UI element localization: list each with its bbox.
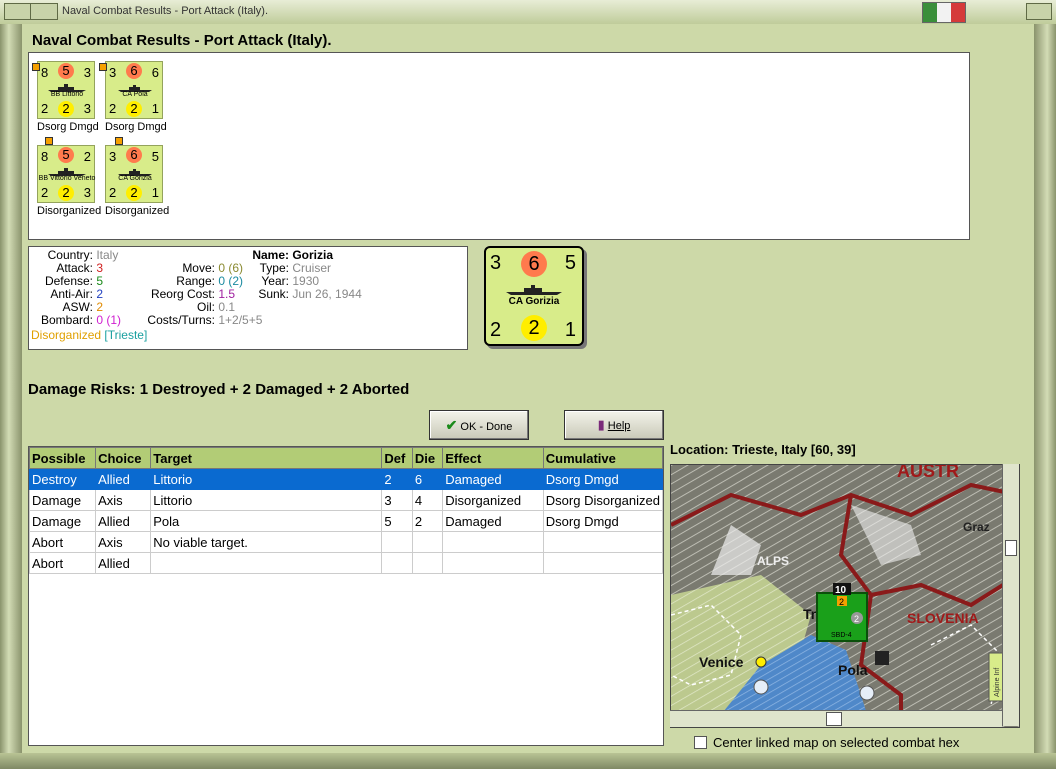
center-map-checkbox[interactable]: Center linked map on selected combat hex	[694, 735, 959, 750]
unit-info-panel: Country: Italy Attack: 3 Defense: 5 Anti…	[28, 246, 468, 350]
table-row[interactable]: Abort Axis No viable target.	[28, 531, 664, 553]
column-header[interactable]: Choice	[95, 447, 152, 469]
unit-counter[interactable]: 8 5 3 BB Littorio 2 2 3	[37, 61, 95, 119]
table-row[interactable]: Abort Allied	[28, 552, 664, 574]
page-title: Naval Combat Results - Port Attack (Ital…	[32, 32, 332, 49]
linked-map[interactable]: AUSTR Graz ALPS SLOVENIA Venice Pola Tr …	[670, 464, 1020, 728]
table-row[interactable]: Damage Axis Littorio 3 4 Disorganized Dsorg Di…	[28, 489, 664, 511]
book-icon: ▮	[597, 417, 605, 432]
cruiser-icon	[506, 285, 562, 295]
unit-status: Disorganized	[105, 205, 170, 217]
svg-text:SBD-4: SBD-4	[831, 632, 852, 639]
selection-marker-icon	[45, 137, 53, 145]
title-bar: Naval Combat Results - Port Attack (Ital…	[0, 0, 1056, 25]
italy-flag-icon	[922, 2, 966, 23]
unit-littorio[interactable]: 8 5 3 BB Littorio 2 2 3 Dsorg Dmgd	[37, 61, 99, 133]
map-label-graz: Graz	[963, 520, 990, 534]
table-row[interactable]: Damage Allied Pola 5 2 Damaged Dsorg Dmgd	[28, 510, 664, 532]
fortification-icon	[875, 651, 889, 665]
map-horizontal-scrollbar[interactable]	[670, 710, 1002, 727]
frame-bottom	[0, 753, 1056, 769]
unit-counter[interactable]: 8 5 2 BB Vittorio Veneto 2 2 3	[37, 145, 95, 203]
selection-marker-icon	[99, 63, 107, 71]
results-table: Possible Choice Target Def Die Effect Cu…	[28, 446, 664, 746]
column-header[interactable]: Possible	[28, 447, 97, 469]
map-vertical-scrollbar[interactable]	[1002, 464, 1019, 726]
combat-results-table: Possible Choice Target Def Die Effect Cu…	[28, 447, 664, 574]
column-header[interactable]: Def	[381, 447, 413, 469]
damage-risks: Damage Risks: 1 Destroyed + 2 Damaged + …	[28, 381, 410, 398]
frame-left	[0, 24, 22, 769]
checkmark-icon: ✔	[445, 417, 458, 433]
column-header[interactable]: Effect	[442, 447, 544, 469]
ok-done-button[interactable]: ✔ OK - Done	[429, 410, 529, 440]
scroll-thumb[interactable]	[1005, 540, 1017, 556]
unit-pola[interactable]: 3 6 6 CA Pola 2 2 1 Dsorg Dmgd	[105, 61, 167, 133]
unit-vittorio-veneto[interactable]: 8 5 2 BB Vittorio Veneto 2 2 3 Disorgani…	[37, 145, 102, 217]
column-header[interactable]: Target	[150, 447, 383, 469]
svg-text:Alpine Inf: Alpine Inf	[994, 668, 1001, 697]
unit-counter[interactable]: 3 6 6 CA Pola 2 2 1	[105, 61, 163, 119]
map-label-austria: AUSTR	[897, 465, 959, 481]
map-label-alps: ALPS	[757, 554, 789, 568]
system-menu-button[interactable]	[4, 3, 32, 20]
port-anchor-icon	[753, 679, 769, 695]
unit-counter[interactable]: 3 6 5 CA Gorizia 2 2 1	[105, 145, 163, 203]
map-terrain: AUSTR Graz ALPS SLOVENIA Venice Pola Tr …	[671, 465, 1019, 727]
checkbox-icon[interactable]	[694, 736, 707, 749]
unit-status: Dsorg Dmgd	[37, 121, 99, 133]
city-marker-icon	[755, 656, 767, 668]
map-label-venice: Venice	[699, 654, 744, 670]
dialog-content: Naval Combat Results - Port Attack (Ital…	[22, 24, 1034, 753]
column-header[interactable]: Die	[411, 447, 444, 469]
column-header[interactable]: Cumulative	[542, 447, 664, 469]
location-label: Location: Trieste, Italy [60, 39]	[670, 442, 856, 457]
table-row[interactable]: Destroy Allied Littorio 2 6 Damaged Dsorg Dmgd	[28, 468, 664, 490]
scroll-thumb[interactable]	[826, 712, 842, 726]
window-title: Naval Combat Results - Port Attack (Ital…	[62, 5, 269, 17]
frame-right	[1034, 24, 1056, 769]
selection-marker-icon	[115, 137, 123, 145]
minimize-button[interactable]	[30, 3, 58, 20]
svg-text:2: 2	[854, 614, 859, 624]
map-label-slovenia: SLOVENIA	[907, 610, 979, 626]
svg-text:10: 10	[835, 585, 847, 596]
unit-status: Disorganized	[37, 205, 102, 217]
close-button[interactable]	[1026, 3, 1052, 20]
selected-unit-counter: 3 6 5 CA Gorizia 2 2 1	[484, 246, 584, 346]
unit-status: Dsorg Dmgd	[105, 121, 167, 133]
map-label-pola: Pola	[838, 662, 868, 678]
map-label-trieste: Tr	[803, 606, 817, 622]
port-anchor-icon	[859, 685, 875, 701]
units-panel: 8 5 3 BB Littorio 2 2 3 Dsorg Dmgd 3 6 6…	[28, 52, 970, 240]
svg-text:2: 2	[839, 597, 844, 607]
unit-gorizia[interactable]: 3 6 5 CA Gorizia 2 2 1 Disorganized	[105, 145, 170, 217]
help-button[interactable]: ▮ Help	[564, 410, 664, 440]
selection-marker-icon	[32, 63, 40, 71]
